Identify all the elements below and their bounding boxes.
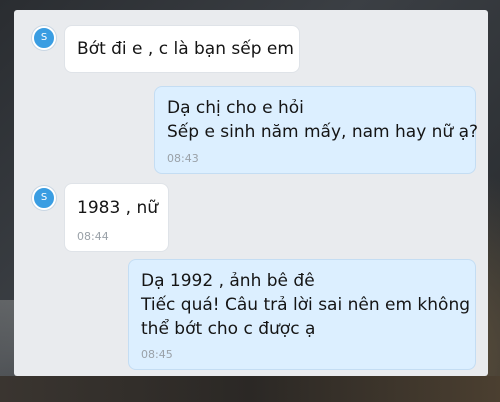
chat-conversation-panel: S Bớt đi e , c là bạn sếp em Dạ chị cho … xyxy=(14,10,488,376)
message-text: Bớt đi e , c là bạn sếp em xyxy=(77,39,294,59)
contact-avatar[interactable]: S xyxy=(32,186,56,210)
contact-avatar[interactable]: S xyxy=(32,26,56,50)
message-text: Sếp e sinh năm mấy, nam hay nữ ạ? xyxy=(167,122,479,142)
message-timestamp: 08:45 xyxy=(141,348,173,361)
message-bubble-outgoing[interactable]: Dạ 1992 , ảnh bê đê Tiếc quá! Câu trả lờ… xyxy=(128,259,476,370)
message-timestamp: 08:44 xyxy=(77,230,109,243)
message-bubble-incoming[interactable]: 1983 , nữ 08:44 xyxy=(64,183,169,252)
message-timestamp: 08:43 xyxy=(167,152,199,165)
message-bubble-outgoing[interactable]: Dạ chị cho e hỏi Sếp e sinh năm mấy, nam… xyxy=(154,86,479,174)
message-text: thể bớt cho c được ạ xyxy=(141,319,316,339)
message-text: Dạ chị cho e hỏi xyxy=(167,98,304,118)
background-floor-strip xyxy=(0,376,500,402)
message-text: Tiếc quá! Câu trả lời sai nên em không xyxy=(141,295,471,315)
message-bubble-incoming[interactable]: Bớt đi e , c là bạn sếp em xyxy=(64,25,300,73)
message-text: 1983 , nữ xyxy=(77,198,159,218)
message-text: Dạ 1992 , ảnh bê đê xyxy=(141,271,315,291)
